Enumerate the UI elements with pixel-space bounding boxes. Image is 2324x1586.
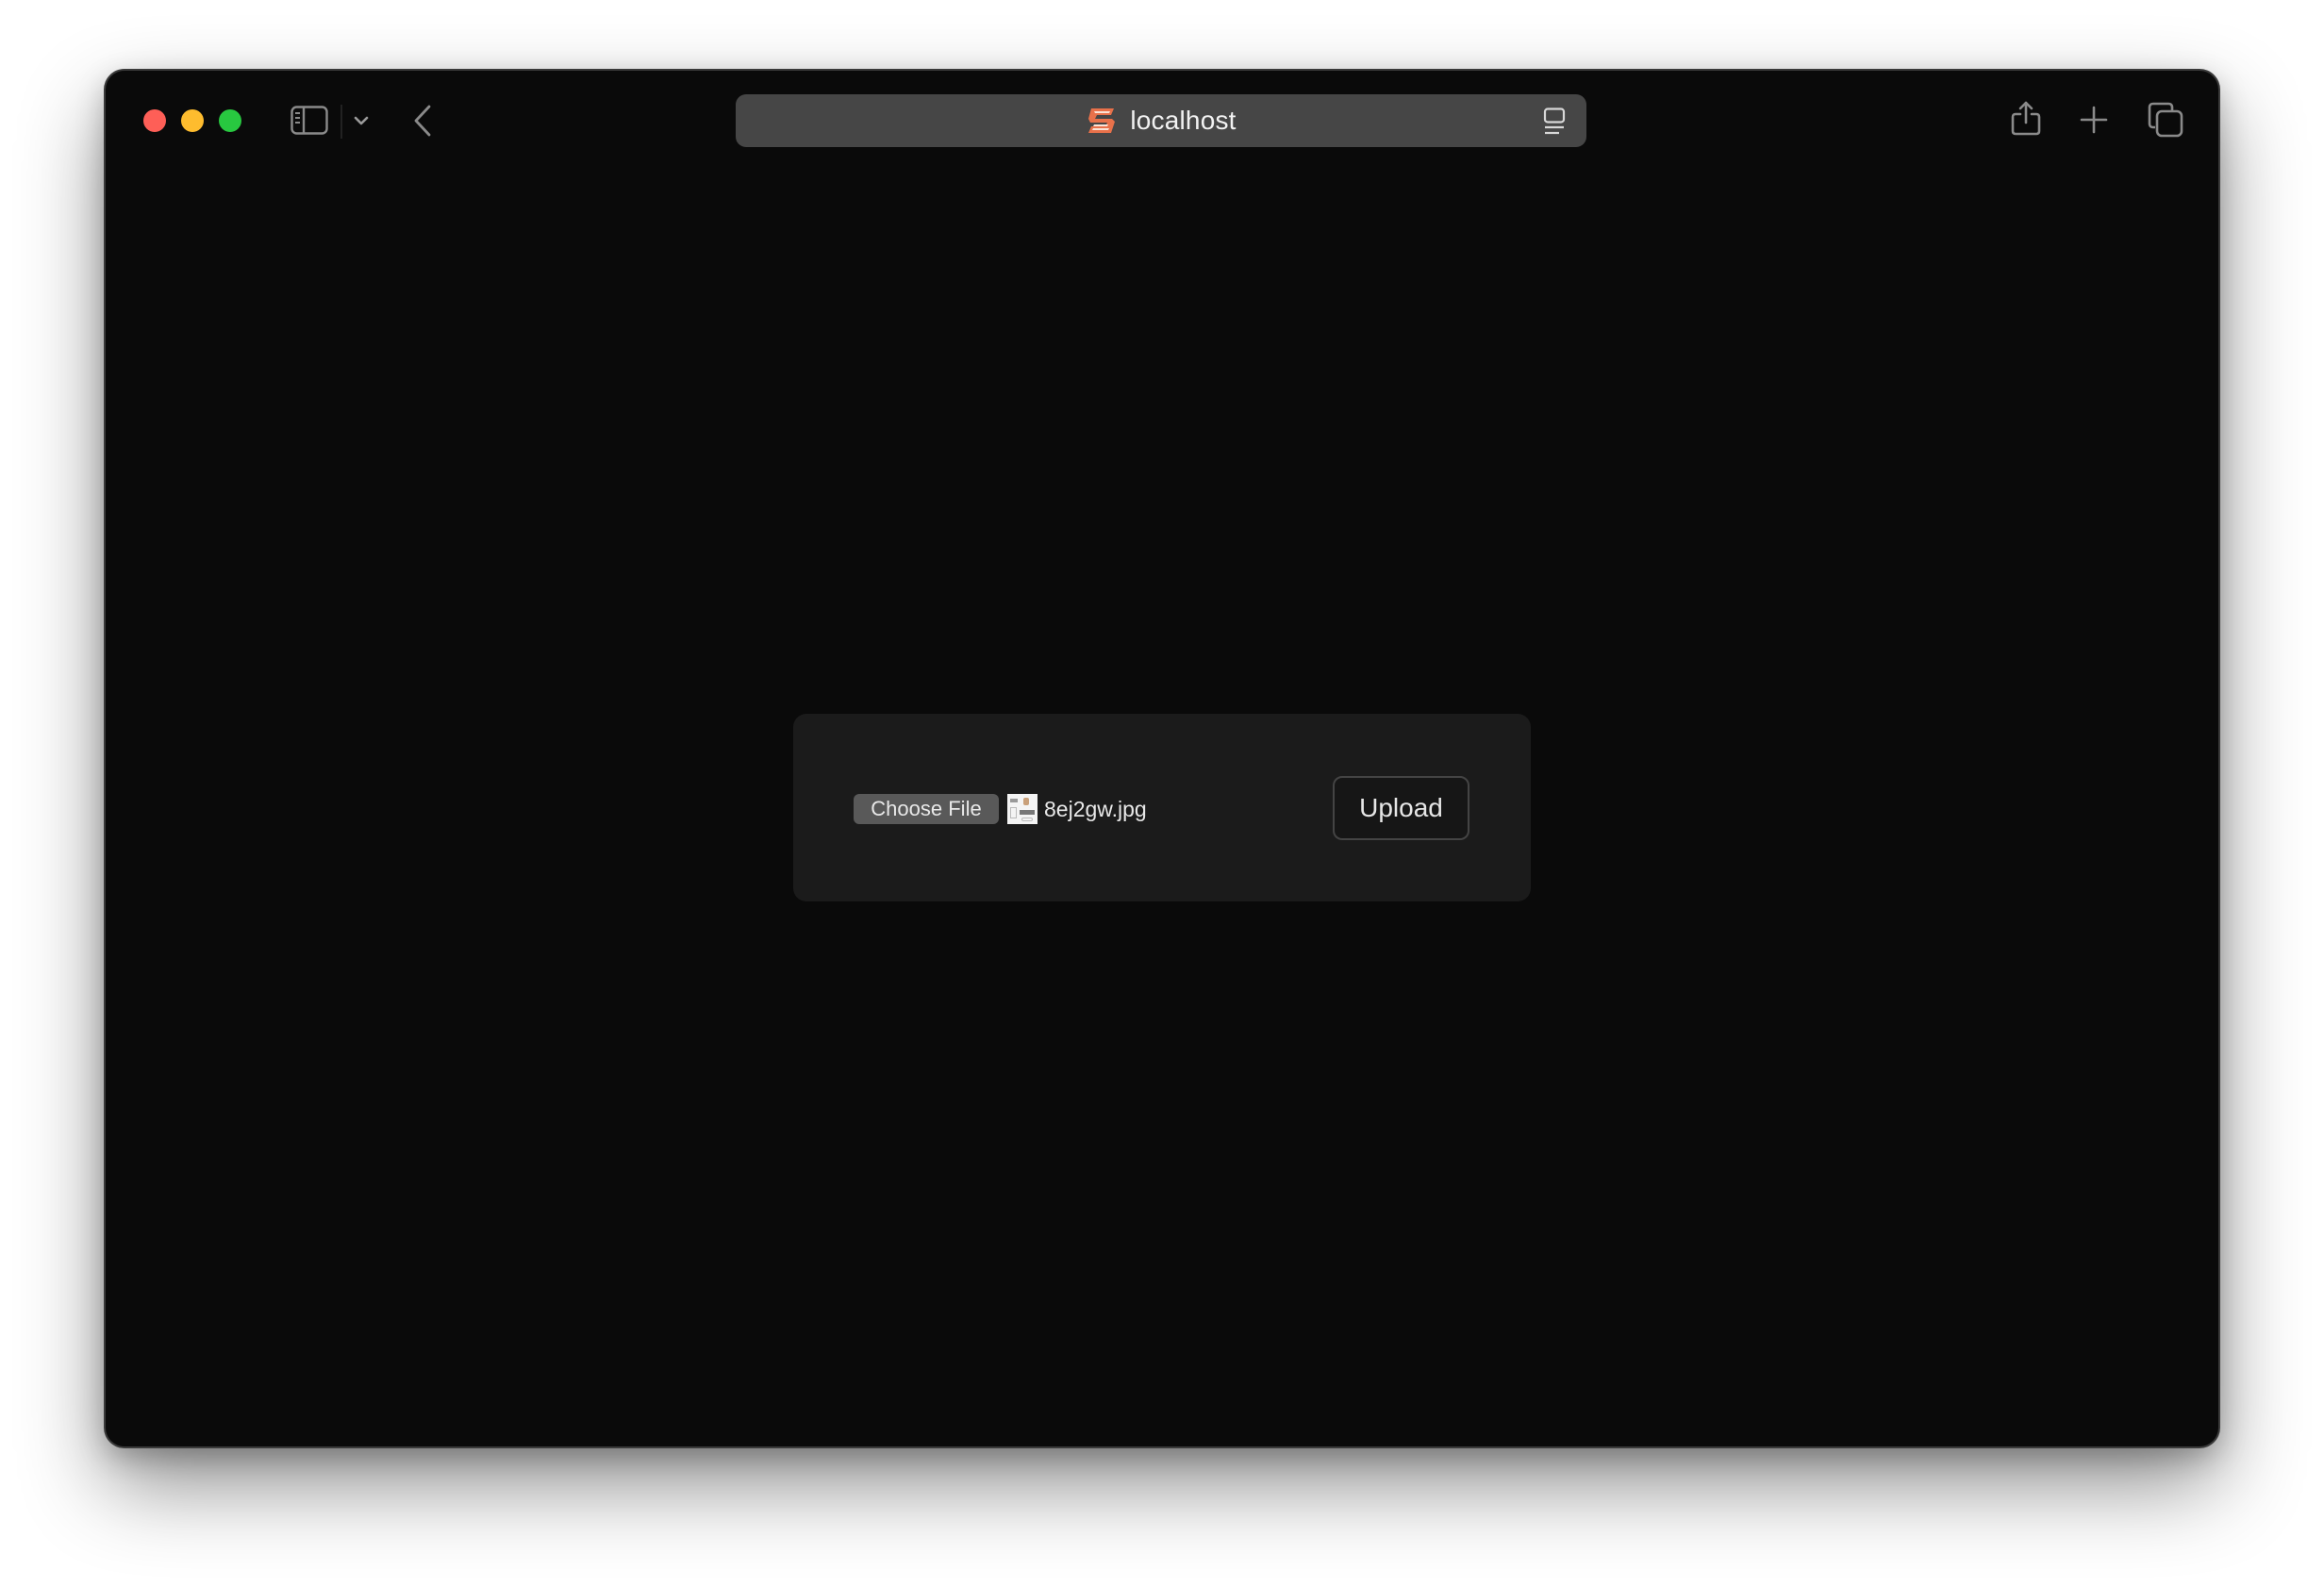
upload-button[interactable]: Upload: [1333, 776, 1469, 840]
browser-window: localhost Choose File 8ej2gw.jpg Upload: [106, 71, 2218, 1446]
tabs-icon[interactable]: [2148, 102, 2183, 138]
selected-file-name: 8ej2gw.jpg: [1044, 796, 1147, 821]
favicon-icon: [1086, 106, 1118, 136]
plus-icon[interactable]: [2080, 106, 2108, 134]
sidebar-icon[interactable]: [290, 106, 328, 135]
share-icon[interactable]: [2011, 101, 2041, 136]
file-thumbnail: [1007, 794, 1038, 824]
chevron-down-icon[interactable]: [354, 116, 369, 125]
minimize-button[interactable]: [181, 109, 204, 132]
upload-panel: Choose File 8ej2gw.jpg Upload: [793, 714, 1531, 901]
url-text: localhost: [1130, 106, 1237, 135]
browser-toolbar: localhost: [106, 71, 2218, 165]
choose-file-button[interactable]: Choose File: [854, 794, 999, 824]
reader-icon[interactable]: [1543, 107, 1566, 140]
address-bar[interactable]: localhost: [736, 94, 1586, 147]
close-button[interactable]: [143, 109, 166, 132]
file-input[interactable]: Choose File 8ej2gw.jpg: [854, 794, 1147, 824]
toolbar-divider: [340, 105, 342, 139]
zoom-button[interactable]: [219, 109, 241, 132]
chevron-left-icon[interactable]: [413, 105, 432, 137]
page-content: Choose File 8ej2gw.jpg Upload: [106, 165, 2218, 1446]
